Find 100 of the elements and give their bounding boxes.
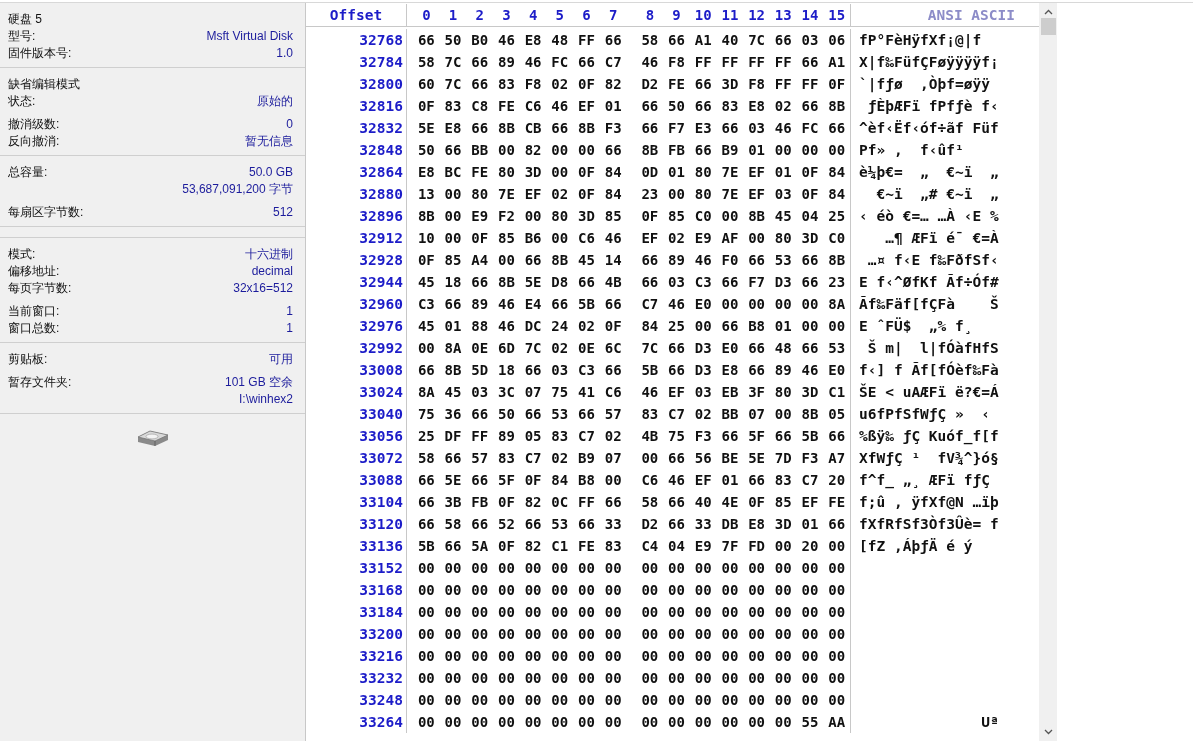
hex-cell-text: FF [720,53,740,72]
hex-cell-text: 89 [496,427,516,446]
hex-cell-text: 04 [667,537,686,556]
hex-cell-text: 7C [523,339,543,358]
ascii-text: fP°FèHÿfXf¡@|f [859,32,982,48]
hex-cell-text: 7E [720,185,740,204]
hex-cell-text: 00 [773,295,793,314]
hex-cell-text: FF [470,427,490,446]
offset-cell: 33040 [306,403,407,425]
hex-cell-text: 46 [693,251,713,270]
offset-cell: 32992 [306,337,407,359]
hex-cell-text: 5D [470,361,490,380]
hex-cell-text: 50 [667,97,686,116]
hex-cell-text: 06 [827,31,847,50]
hex-cell-text: 20 [827,471,847,490]
hex-cell-text: 84 [550,471,570,490]
hex-cell-text: 85 [496,229,516,248]
hex-cell-text: FE [496,97,516,116]
hex-cell-text: 80 [693,163,713,182]
hex-cell-text: 53 [550,405,570,424]
offset-cell: 33200 [306,623,407,645]
hex-cell-text: 18 [496,361,516,380]
hex-cell-text: 0F [827,75,847,94]
hex-cell-text: 00 [416,669,436,688]
hex-cell-text: B8 [577,471,596,490]
ascii-text: Š m| l|fÓàfHfS [866,340,999,356]
hex-cell-text: 66 [800,339,820,358]
info-label: 暂存文件夹: [8,374,72,391]
hex-cell-text: 00 [640,581,660,600]
hex-cell-text: C6 [603,383,623,402]
hex-cell-text: A1 [827,53,847,72]
hex-cell-text: 66 [443,537,463,556]
ascii-text: X|f‰FüfÇFøÿÿÿÿf¡ [859,54,999,70]
hex-cell-text: 66 [577,273,596,292]
hex-cell-text: 46 [800,361,820,380]
hex-cell-text: 46 [603,229,623,248]
hex-cell-text: 00 [667,647,686,666]
info-label: 反向撤消: [8,133,60,150]
hex-cell-text: F8 [667,53,686,72]
hex-cell-text: 0F [416,251,436,270]
hex-cell-text: 03 [693,383,713,402]
hex-cell-text: B0 [470,31,490,50]
offset-cell: 33072 [306,447,407,469]
hex-cell-text: 80 [550,207,570,226]
hex-cell-text: 00 [443,647,463,666]
hex-cell-text: 00 [640,625,660,644]
hex-cell-text: 00 [416,691,436,710]
hex-cell-text: 00 [496,691,516,710]
hex-cell-text: 00 [667,581,686,600]
hex-cell-text: EF [577,97,596,116]
hex-cell-text: 66 [603,141,623,160]
scrollbar-thumb[interactable] [1040,18,1056,35]
scrollbar[interactable] [1039,3,1057,741]
hex-cell-text: 0F [640,207,660,226]
hex-cell-text: 45 [577,251,596,270]
hex-cell-text: 84 [827,163,847,182]
hex-cell-text: 00 [800,691,820,710]
column-header: 11 [720,6,740,25]
hex-cell-text: 55 [800,713,820,732]
hex-cell-text: 00 [550,691,570,710]
hex-cell-text: 00 [747,713,766,732]
hex-cell-text: E8 [523,31,543,50]
offset-cell: 33056 [306,425,407,447]
hex-cell-text: 00 [550,603,570,622]
hex-cell-text: 66 [720,119,740,138]
hex-cell-text: C7 [577,427,596,446]
hex-cell-text: 53 [773,251,793,270]
hex-cell-text: 66 [667,449,686,468]
hex-cell-text: 01 [720,471,740,490]
info-label: 缺省编辑模式 [8,76,80,93]
hex-cell-text: 66 [577,53,596,72]
hex-cell-text: 7D [773,449,793,468]
hex-cell-text: 00 [470,625,490,644]
hex-cell-text: 10 [416,229,436,248]
hex-cell-text: 58 [416,53,436,72]
hex-cell-text: FC [800,119,820,138]
hex-cell-text: 48 [550,31,570,50]
column-header: 7 [607,6,619,25]
hex-cell-text: 00 [800,581,820,600]
hex-cell-text: 66 [470,119,490,138]
hex-cell-text: 00 [747,295,766,314]
hex-cell-text: 5A [470,537,490,556]
hex-cell-text: 03 [773,185,793,204]
column-header: 13 [773,6,793,25]
offset-cell: 32848 [306,139,407,161]
hex-cell-text: 8B [800,405,820,424]
info-label: 模式: [8,246,36,263]
hex-cell-text: 66 [720,317,740,336]
offset-cell: 33024 [306,381,407,403]
hex-cell-text: 02 [550,449,570,468]
hex-cell-text: 00 [640,559,660,578]
hex-cell-text: 00 [603,581,623,600]
hex-cell-text: 0F [416,97,436,116]
hex-cell-text: 02 [773,97,793,116]
hex-cell-text: 84 [640,317,660,336]
hex-cell-text: E3 [693,119,713,138]
ascii-text: ŠE < uAÆFï ë?€=Á [859,384,999,400]
hex-cell-text: 00 [416,625,436,644]
hex-cell-text: 75 [416,405,436,424]
hex-cell-text: 8B [827,251,847,270]
